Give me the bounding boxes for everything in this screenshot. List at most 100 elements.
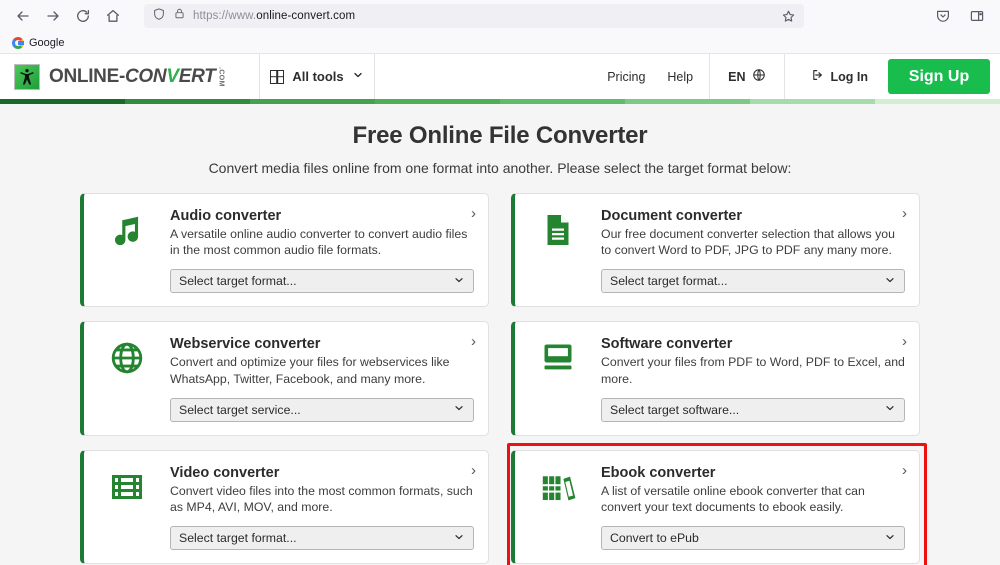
select-value: Select target service... (179, 402, 301, 417)
back-button[interactable] (10, 3, 36, 29)
chevron-down-icon (453, 402, 465, 417)
card-audio-converter[interactable]: Audio converter A versatile online audio… (80, 193, 489, 308)
card-title: Audio converter (170, 208, 282, 224)
pocket-icon[interactable] (930, 3, 956, 29)
card-description: Convert your files from PDF to Word, PDF… (601, 355, 905, 386)
gradient-seg-8 (875, 99, 1000, 104)
select-target-format[interactable]: Select target format... (601, 269, 905, 294)
login-label: Log In (830, 69, 869, 84)
all-tools-menu[interactable]: All tools (260, 54, 375, 99)
chevron-right-icon[interactable]: › (902, 334, 907, 349)
browser-toolbar: https://www.online-convert.com (0, 0, 1000, 32)
select-target-format[interactable]: Convert to ePub (601, 526, 905, 551)
select-target-service[interactable]: Select target service... (170, 397, 474, 422)
url-domain: online-convert.com (256, 10, 356, 22)
gradient-seg-3 (250, 99, 375, 104)
logo-person-icon (14, 63, 40, 90)
card-webservice-converter[interactable]: Webservice converter Convert and optimiz… (80, 321, 489, 436)
reload-button[interactable] (70, 3, 96, 29)
gradient-seg-4 (375, 99, 500, 104)
logo-part1: ONLINE- (49, 65, 126, 87)
card-software-converter[interactable]: Software converter Convert your files fr… (511, 321, 920, 436)
signup-button[interactable]: Sign Up (888, 59, 990, 94)
bookmark-google[interactable]: Google (8, 35, 68, 51)
globe-icon (752, 68, 766, 85)
select-value: Select target software... (610, 402, 740, 417)
logo-part2: CON (125, 65, 167, 87)
login-icon (811, 68, 825, 85)
card-description: Our free document converter selection th… (601, 227, 895, 258)
card-description: Convert video files into the most common… (170, 483, 473, 515)
card-ebook-converter[interactable]: Ebook converter A list of versatile onli… (507, 442, 927, 565)
url-text[interactable]: https://www.online-convert.com (193, 10, 355, 22)
nav-link-help[interactable]: Help (667, 70, 693, 84)
page-content: Free Online File Converter Convert media… (0, 104, 1000, 565)
address-bar[interactable]: https://www.online-convert.com (144, 4, 804, 28)
chevron-right-icon[interactable]: › (902, 463, 907, 478)
converter-card-grid: Audio converter A versatile online audio… (80, 193, 927, 565)
gradient-seg-2 (125, 99, 250, 104)
card-title: Ebook converter (601, 464, 716, 481)
gradient-seg-7 (750, 99, 875, 104)
film-icon (98, 465, 156, 550)
header-gradient-bar (0, 99, 1000, 104)
select-value: Select target format... (610, 274, 728, 289)
logo-wordmark: ONLINE- CON V ERT .COM (49, 66, 224, 88)
header-spacer (375, 54, 607, 99)
bookmarks-bar: Google (0, 32, 1000, 54)
nav-link-pricing[interactable]: Pricing (607, 70, 645, 84)
globe-icon (98, 336, 156, 421)
chevron-right-icon[interactable]: › (471, 334, 476, 349)
chevron-down-icon (884, 402, 896, 417)
bookmark-label: Google (29, 36, 65, 49)
card-video-converter[interactable]: Video converter Convert video files into… (80, 449, 489, 565)
login-button[interactable]: Log In (785, 54, 889, 99)
gradient-seg-1 (0, 99, 125, 104)
card-description: A versatile online audio converter to co… (170, 227, 468, 258)
card-title: Video converter (170, 464, 280, 481)
google-icon (12, 36, 24, 49)
sidebar-icon[interactable] (964, 3, 990, 29)
select-value: Select target format... (179, 274, 297, 289)
select-value: Select target format... (179, 531, 297, 546)
card-title: Webservice converter (170, 336, 321, 353)
home-button[interactable] (100, 3, 126, 29)
site-header: ONLINE- CON V ERT .COM All tools Pricing He… (0, 54, 1000, 99)
shield-icon[interactable] (152, 7, 166, 26)
chevron-right-icon[interactable]: › (471, 206, 476, 221)
music-note-icon (98, 208, 156, 293)
card-description: A list of versatile online ebook convert… (601, 483, 865, 515)
card-title: Software converter (601, 336, 733, 353)
books-icon (529, 465, 587, 550)
chevron-right-icon[interactable]: › (471, 463, 476, 478)
card-document-converter[interactable]: Document converter Our free document con… (511, 193, 920, 308)
chevron-right-icon[interactable]: › (902, 206, 907, 221)
site-logo[interactable]: ONLINE- CON V ERT .COM (0, 54, 260, 99)
monitor-icon (529, 336, 587, 421)
select-target-software[interactable]: Select target software... (601, 397, 905, 422)
select-target-format[interactable]: Select target format... (170, 269, 474, 294)
lock-icon[interactable] (173, 7, 186, 25)
document-icon (529, 208, 587, 293)
page-title: Free Online File Converter (352, 122, 648, 149)
chevron-down-icon (352, 69, 364, 84)
card-description: Convert and optimize your files for webs… (170, 355, 450, 386)
chevron-down-icon (453, 531, 465, 546)
chevron-down-icon (884, 531, 896, 546)
star-icon[interactable] (781, 9, 796, 24)
language-label: EN (728, 69, 746, 84)
language-selector[interactable]: EN (709, 54, 785, 99)
select-target-format[interactable]: Select target format... (170, 526, 474, 551)
logo-part3: V (166, 65, 179, 87)
all-tools-label: All tools (292, 69, 344, 84)
logo-dotcom: .COM (217, 66, 225, 87)
card-title: Document converter (601, 208, 743, 224)
header-links: Pricing Help (607, 54, 709, 99)
toolbar-right-icons (930, 3, 990, 29)
chevron-down-icon (884, 274, 896, 289)
chevron-down-icon (453, 274, 465, 289)
grid-icon (270, 69, 285, 84)
forward-button[interactable] (40, 3, 66, 29)
gradient-seg-6 (625, 99, 750, 104)
logo-part4: ERT (178, 65, 216, 87)
